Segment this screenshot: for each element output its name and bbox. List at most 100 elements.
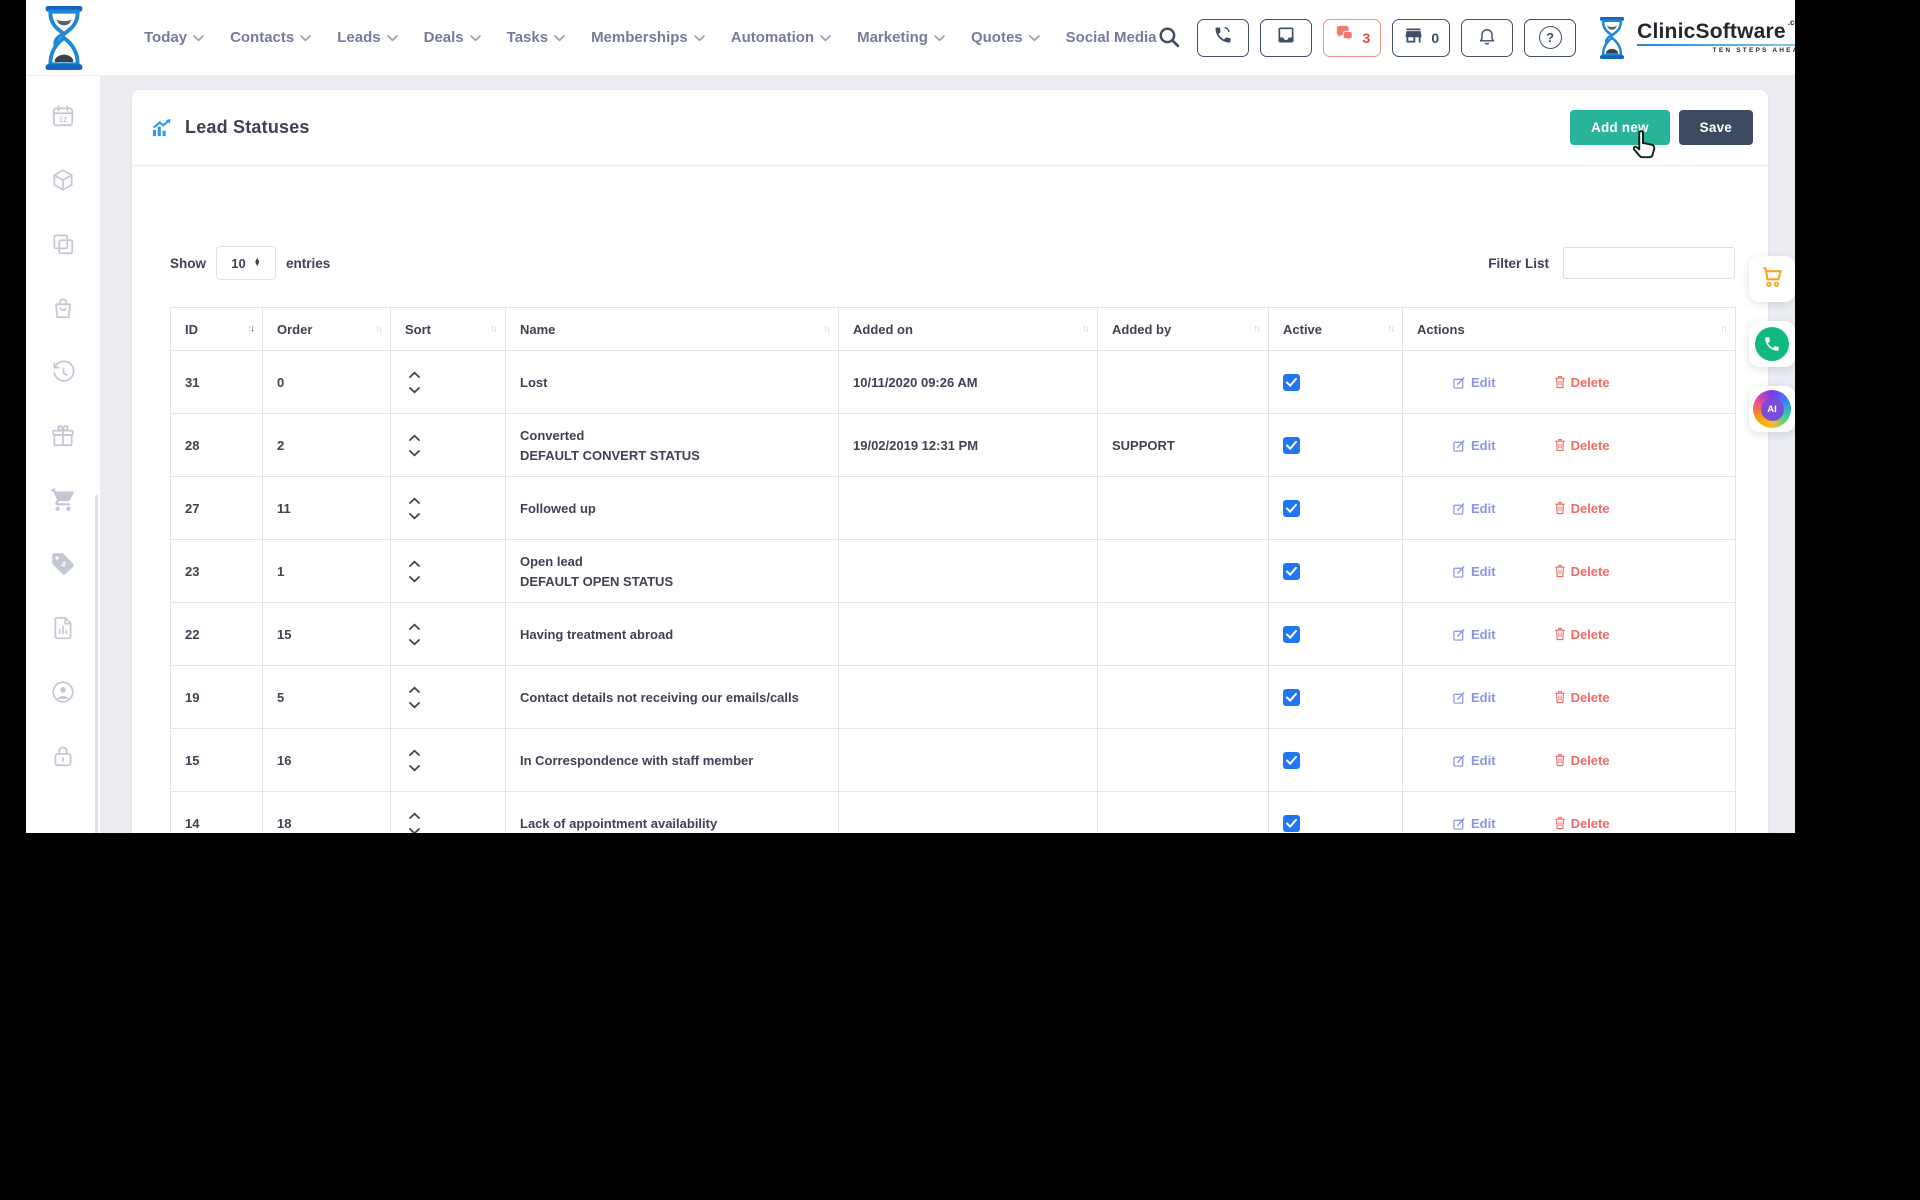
column-header-label: Order bbox=[277, 322, 312, 337]
nav-item-tasks[interactable]: Tasks bbox=[507, 29, 565, 46]
delete-label: Delete bbox=[1571, 690, 1610, 705]
active-checkbox[interactable] bbox=[1283, 563, 1300, 580]
page-size-select[interactable]: 10 ▲▼ bbox=[216, 246, 276, 280]
table-row: 310Lost10/11/2020 09:26 AMEditDelete bbox=[171, 351, 1736, 414]
column-header-added-by[interactable]: Added by↑↓ bbox=[1098, 308, 1269, 351]
store-button[interactable]: 0 bbox=[1392, 19, 1450, 57]
home-logo-button[interactable] bbox=[26, 0, 102, 75]
inbox-button[interactable] bbox=[1260, 19, 1312, 57]
status-name: Lack of appointment availability bbox=[520, 816, 824, 831]
column-header-sort[interactable]: Sort↑↓ bbox=[391, 308, 506, 351]
delete-link[interactable]: Delete bbox=[1554, 627, 1610, 642]
delete-link[interactable]: Delete bbox=[1554, 375, 1610, 390]
move-up-button[interactable] bbox=[409, 686, 420, 693]
edit-link[interactable]: Edit bbox=[1453, 816, 1496, 831]
edit-link[interactable]: Edit bbox=[1453, 627, 1496, 642]
nav-item-leads[interactable]: Leads bbox=[337, 29, 397, 46]
move-down-button[interactable] bbox=[409, 765, 420, 772]
nav-item-label: Marketing bbox=[857, 29, 928, 46]
column-header-actions[interactable]: Actions↑↓ bbox=[1403, 308, 1736, 351]
search-icon[interactable] bbox=[1157, 25, 1182, 50]
calendar-icon[interactable]: 12 bbox=[50, 103, 76, 129]
move-down-button[interactable] bbox=[409, 576, 420, 583]
cell-added-on bbox=[839, 666, 1098, 729]
nav-item-deals[interactable]: Deals bbox=[424, 29, 481, 46]
move-down-button[interactable] bbox=[409, 702, 420, 709]
edit-link[interactable]: Edit bbox=[1453, 564, 1496, 579]
add-new-button[interactable]: Add new bbox=[1570, 110, 1670, 145]
report-icon[interactable] bbox=[50, 615, 76, 641]
lock-icon[interactable] bbox=[50, 743, 76, 769]
active-checkbox[interactable] bbox=[1283, 752, 1300, 769]
move-up-button[interactable] bbox=[409, 371, 420, 378]
nav-item-label: Quotes bbox=[971, 29, 1023, 46]
column-header-active[interactable]: Active↑↓ bbox=[1269, 308, 1403, 351]
floating-ai-button[interactable]: AI bbox=[1749, 386, 1795, 432]
column-header-order[interactable]: Order↑↓ bbox=[263, 308, 391, 351]
column-header-added-on[interactable]: Added on↑↓ bbox=[839, 308, 1098, 351]
column-header-id[interactable]: ID↑↓ bbox=[171, 308, 263, 351]
floating-phone-button[interactable] bbox=[1749, 321, 1795, 367]
bag-icon[interactable] bbox=[50, 295, 76, 321]
active-checkbox[interactable] bbox=[1283, 437, 1300, 454]
delete-link[interactable]: Delete bbox=[1554, 753, 1610, 768]
copy-icon[interactable] bbox=[50, 231, 76, 257]
delete-link[interactable]: Delete bbox=[1554, 501, 1610, 516]
move-down-button[interactable] bbox=[409, 450, 420, 457]
delete-label: Delete bbox=[1571, 564, 1610, 579]
edit-link[interactable]: Edit bbox=[1453, 690, 1496, 705]
edit-link[interactable]: Edit bbox=[1453, 753, 1496, 768]
move-up-button[interactable] bbox=[409, 497, 420, 504]
nav-item-social-media[interactable]: Social Media bbox=[1066, 29, 1157, 46]
active-checkbox[interactable] bbox=[1283, 815, 1300, 832]
table-row: 2711Followed upEditDelete bbox=[171, 477, 1736, 540]
delete-link[interactable]: Delete bbox=[1554, 816, 1610, 831]
tags-icon[interactable]: $ bbox=[50, 551, 76, 577]
move-up-button[interactable] bbox=[409, 560, 420, 567]
active-checkbox[interactable] bbox=[1283, 500, 1300, 517]
floating-cart-button[interactable] bbox=[1749, 256, 1795, 302]
delete-label: Delete bbox=[1571, 375, 1610, 390]
chat-messages-button[interactable]: 3 bbox=[1323, 19, 1382, 57]
phone-calls-button[interactable] bbox=[1197, 19, 1249, 57]
notifications-button[interactable] bbox=[1461, 19, 1513, 57]
move-down-button[interactable] bbox=[409, 513, 420, 520]
history-icon[interactable] bbox=[50, 359, 76, 385]
package-icon[interactable] bbox=[50, 167, 76, 193]
nav-item-contacts[interactable]: Contacts bbox=[230, 29, 311, 46]
account-icon[interactable] bbox=[50, 679, 76, 705]
nav-item-marketing[interactable]: Marketing bbox=[857, 29, 945, 46]
move-up-button[interactable] bbox=[409, 434, 420, 441]
nav-item-quotes[interactable]: Quotes bbox=[971, 29, 1040, 46]
active-checkbox[interactable] bbox=[1283, 626, 1300, 643]
delete-link[interactable]: Delete bbox=[1554, 438, 1610, 453]
filter-list-input[interactable] bbox=[1563, 247, 1735, 279]
nav-item-automation[interactable]: Automation bbox=[731, 29, 831, 46]
edit-label: Edit bbox=[1471, 753, 1496, 768]
move-up-button[interactable] bbox=[409, 749, 420, 756]
cell-added-by bbox=[1098, 792, 1269, 834]
column-header-name[interactable]: Name↑↓ bbox=[506, 308, 839, 351]
move-down-button[interactable] bbox=[409, 639, 420, 646]
move-down-button[interactable] bbox=[409, 387, 420, 394]
table-row: 231Open leadDEFAULT OPEN STATUSEditDelet… bbox=[171, 540, 1736, 603]
nav-item-today[interactable]: Today bbox=[144, 29, 204, 46]
active-checkbox[interactable] bbox=[1283, 374, 1300, 391]
gift-icon[interactable] bbox=[50, 423, 76, 449]
sidebar-scrollbar[interactable] bbox=[95, 495, 98, 833]
delete-link[interactable]: Delete bbox=[1554, 690, 1610, 705]
edit-link[interactable]: Edit bbox=[1453, 375, 1496, 390]
nav-item-memberships[interactable]: Memberships bbox=[591, 29, 705, 46]
move-up-button[interactable] bbox=[409, 812, 420, 819]
app-window: Today Contacts Leads Deals Tasks Memberships A… bbox=[26, 0, 1795, 833]
help-button[interactable]: ? bbox=[1524, 19, 1576, 57]
cart-icon[interactable] bbox=[50, 487, 76, 513]
save-button[interactable]: Save bbox=[1679, 110, 1753, 145]
chevron-down-icon bbox=[934, 35, 945, 42]
active-checkbox[interactable] bbox=[1283, 689, 1300, 706]
edit-link[interactable]: Edit bbox=[1453, 438, 1496, 453]
move-up-button[interactable] bbox=[409, 623, 420, 630]
move-down-button[interactable] bbox=[409, 828, 420, 834]
edit-link[interactable]: Edit bbox=[1453, 501, 1496, 516]
delete-link[interactable]: Delete bbox=[1554, 564, 1610, 579]
